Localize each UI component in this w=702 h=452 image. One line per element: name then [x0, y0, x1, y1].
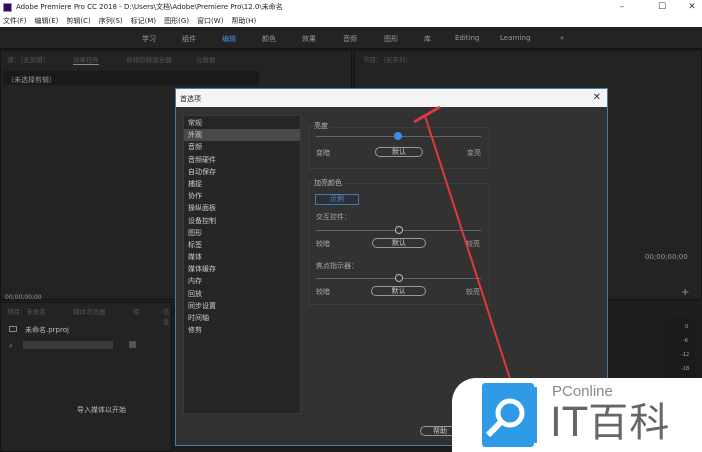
watermark: PConline IT百科	[452, 378, 702, 452]
arrow-line	[424, 115, 513, 386]
watermark-name: IT百科	[550, 400, 671, 446]
watermark-brand: PConline	[552, 383, 613, 400]
pconline-logo-icon	[482, 383, 537, 447]
